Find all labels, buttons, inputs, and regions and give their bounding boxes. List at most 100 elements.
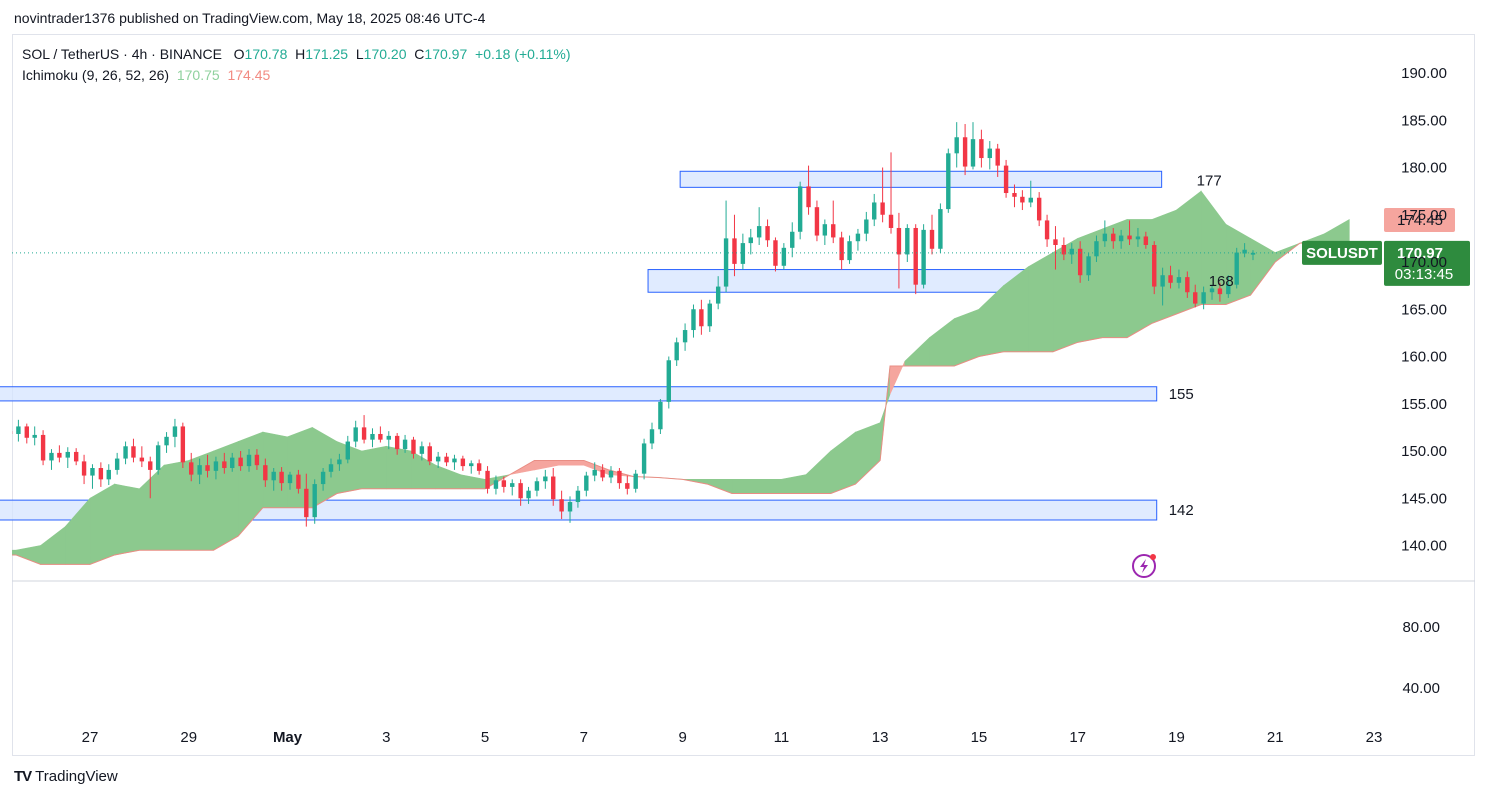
candle-body — [896, 227, 902, 255]
candle-body — [756, 226, 762, 238]
price-tick-label: 185.00 — [1401, 112, 1447, 129]
candle-body — [469, 463, 474, 467]
candle-body — [1135, 236, 1141, 240]
candle-body — [189, 462, 194, 475]
cloud-segment — [805, 450, 832, 494]
candle-body — [419, 446, 425, 454]
cloud-segment — [460, 474, 486, 490]
candle-body — [534, 481, 540, 491]
candle-body — [361, 427, 367, 440]
candle-body — [929, 229, 935, 249]
candle-body — [888, 214, 894, 228]
candle-body — [501, 480, 507, 487]
time-tick-label: 23 — [1366, 729, 1383, 746]
candle-body — [979, 139, 984, 159]
cloud-segment — [1052, 237, 1078, 353]
candle-body — [49, 452, 54, 461]
candle-body — [1094, 241, 1099, 257]
candle-body — [567, 502, 573, 512]
candle-body — [723, 238, 729, 287]
candle-body — [1003, 165, 1009, 194]
candle-body — [575, 490, 581, 503]
candle-body — [246, 454, 252, 467]
candle-body — [106, 469, 111, 480]
cloud-segment — [15, 545, 41, 565]
candle-body — [427, 446, 432, 462]
candle-body — [913, 227, 918, 285]
price-tick-label: 190.00 — [1401, 65, 1447, 82]
cloud-segment — [114, 483, 140, 556]
cloud-segment — [558, 460, 585, 466]
cloud-segment — [89, 483, 115, 565]
candle-body — [1118, 235, 1124, 242]
legend-indicator[interactable]: Ichimoku (9, 26, 52, 26) — [22, 67, 169, 83]
tradingview-brand[interactable]: TV TradingView — [14, 768, 118, 785]
candle-body — [263, 465, 268, 481]
candle-body — [222, 461, 227, 469]
candle-body — [304, 488, 309, 518]
candle-body — [633, 473, 638, 489]
candle-body — [485, 470, 490, 489]
candle-body — [831, 224, 836, 238]
cloud-segment — [534, 460, 560, 471]
candle-body — [12, 431, 13, 434]
candle-body — [1176, 277, 1182, 283]
time-tick-label: 13 — [872, 729, 889, 746]
candle-body — [1143, 236, 1149, 245]
cloud-segment — [213, 441, 239, 551]
candle-body — [962, 137, 968, 167]
cloud-segment — [1077, 228, 1103, 343]
cloud-segment — [12, 549, 17, 556]
candle-body — [559, 499, 564, 512]
candle-body — [732, 238, 737, 264]
candle-body — [386, 435, 391, 440]
candle-body — [1127, 235, 1132, 240]
candle-body — [271, 471, 276, 481]
candle-body — [81, 461, 87, 476]
candle-body — [797, 186, 803, 232]
chart-canvas[interactable]: 177168155142174.45170.75SOLUSDT170.9703:… — [0, 0, 1488, 800]
cloud-segment — [40, 525, 66, 565]
candle-body — [148, 461, 153, 470]
candle-body — [370, 433, 375, 440]
candle-body — [864, 219, 869, 234]
candle-body — [1061, 244, 1067, 255]
price-tick-label: 170.00 — [1401, 254, 1447, 271]
chart-legend[interactable]: SOL / TetherUS · 4h · BINANCE O170.78 H1… — [22, 44, 571, 86]
candle-body — [312, 484, 317, 518]
time-tick-label: 21 — [1267, 729, 1284, 746]
zone-label-155: 155 — [1169, 386, 1194, 403]
candle-body — [172, 426, 178, 437]
candle-body — [205, 465, 210, 471]
candle-body — [847, 241, 852, 261]
candle-body — [1185, 277, 1190, 293]
candle-body — [1152, 244, 1157, 287]
candle-body — [131, 446, 136, 458]
candle-body — [781, 247, 787, 266]
time-tick-label: 11 — [774, 729, 790, 746]
candle-body — [164, 436, 169, 446]
candle-body — [584, 475, 589, 491]
candle-body — [765, 226, 770, 241]
candle-body — [402, 439, 408, 450]
brand-name: TradingView — [35, 768, 118, 785]
candle-body — [65, 451, 70, 458]
candle-body — [254, 454, 260, 466]
candle-body — [337, 459, 342, 465]
candle-body — [790, 231, 795, 248]
candle-body — [476, 463, 482, 471]
candle-body — [123, 446, 128, 459]
time-tick-label: May — [273, 729, 303, 746]
candle-body — [592, 469, 597, 476]
candle-body — [1160, 275, 1165, 287]
candle-body — [296, 474, 301, 489]
time-tick-label: 29 — [180, 729, 197, 746]
legend-low: 170.20 — [363, 46, 407, 62]
cloud-segment — [1028, 252, 1054, 353]
candle-body — [518, 483, 523, 499]
cloud-segment — [781, 474, 807, 494]
cloud-segment — [731, 479, 757, 494]
legend-indicator-value-1: 170.75 — [176, 67, 220, 83]
candle-body — [353, 427, 358, 442]
candle-body — [666, 360, 671, 402]
